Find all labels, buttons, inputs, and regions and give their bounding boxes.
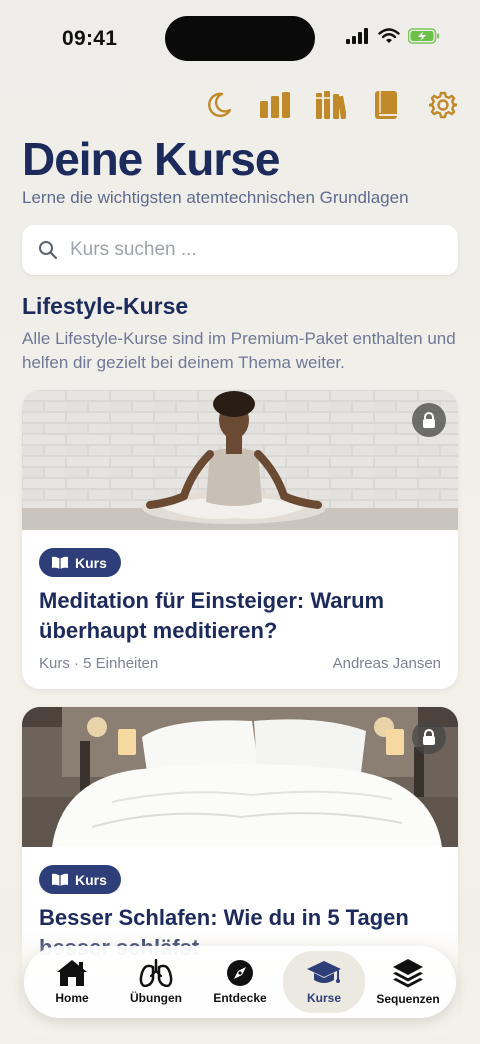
top-toolbar [204, 90, 458, 120]
tab-entdecke[interactable]: Entdecke [199, 951, 281, 1013]
tab-kurse[interactable]: Kurse [283, 951, 365, 1013]
lock-icon [412, 403, 446, 437]
layers-icon [393, 959, 423, 988]
course-title: Meditation für Einsteiger: Warum überhau… [39, 588, 385, 643]
settings-icon[interactable] [428, 90, 458, 120]
course-author: Andreas Jansen [332, 655, 441, 672]
wifi-icon [378, 28, 400, 43]
course-image-sleep [22, 707, 458, 847]
course-badge: Kurs [39, 548, 121, 577]
home-icon [57, 960, 87, 986]
status-icons [346, 28, 440, 44]
tab-sequenzen[interactable]: Sequenzen [367, 951, 449, 1013]
stats-icon[interactable] [260, 90, 290, 120]
lock-icon [412, 720, 446, 754]
search-icon [39, 241, 58, 260]
moon-icon[interactable] [204, 90, 234, 120]
tab-label: Entdecke [213, 991, 267, 1005]
course-card-meditation[interactable]: Kurs Meditation für Einsteiger: Warum üb… [22, 390, 458, 689]
cellular-signal-icon [346, 28, 368, 44]
page-title: Deine Kurse [22, 133, 280, 185]
compass-icon [227, 960, 253, 986]
graduation-cap-icon [307, 961, 341, 983]
section-description: Alle Lifestyle-Kurse sind im Premium-Pak… [22, 329, 456, 372]
open-book-icon [52, 556, 68, 569]
search-bar[interactable] [22, 225, 458, 275]
book-icon[interactable] [372, 90, 402, 120]
tab-bar: Home Übungen Entdecke Kurse Sequenzen [24, 946, 456, 1018]
tab-uebungen[interactable]: Übungen [115, 951, 197, 1013]
library-icon[interactable] [316, 90, 346, 120]
tab-label: Sequenzen [376, 992, 440, 1006]
page-subtitle: Lerne die wichtigsten atemtechnischen Gr… [22, 188, 409, 207]
course-image-meditation [22, 390, 458, 530]
tab-label: Kurse [306, 991, 341, 1005]
section-title: Lifestyle-Kurse [22, 293, 189, 319]
course-badge: Kurs [39, 865, 121, 894]
status-time: 09:41 [62, 27, 118, 50]
tab-label: Home [55, 991, 89, 1005]
course-badge-label: Kurs [75, 871, 107, 888]
lungs-icon [139, 959, 173, 987]
status-bar: 09:41 [0, 0, 480, 80]
tab-label: Übungen [130, 991, 182, 1005]
course-badge-label: Kurs [75, 554, 107, 571]
tab-home[interactable]: Home [31, 951, 113, 1013]
dynamic-island [165, 16, 315, 61]
search-input[interactable] [70, 239, 430, 261]
course-meta: Kurs · 5 Einheiten [39, 655, 159, 672]
battery-charging-icon [408, 28, 440, 44]
open-book-icon [52, 873, 68, 886]
